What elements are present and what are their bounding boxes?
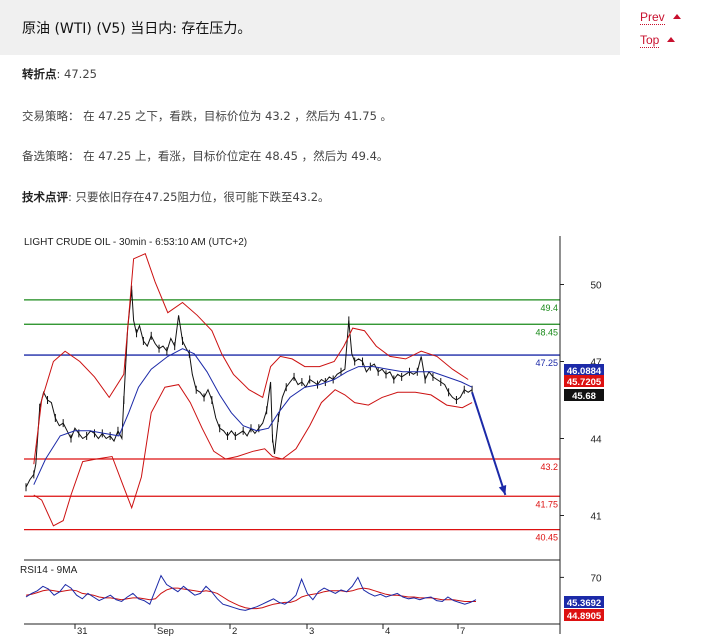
pivot-value: : 47.25: [56, 67, 97, 81]
x-tick-label: 7: [460, 626, 465, 637]
level-label: 49.4: [540, 303, 558, 313]
prev-link-label[interactable]: Prev: [640, 10, 665, 25]
pivot-label: 转折点: [22, 67, 57, 81]
rsi-tag-label: 45.3692: [567, 598, 601, 609]
caret-up-icon: [667, 37, 676, 42]
x-tick-label: 4: [385, 626, 390, 637]
alt-strategy-text: ： 在 47.25 上，看涨，目标价位定在 48.45 ，然后为 49.4。: [68, 149, 389, 163]
comment-text: : 只要依旧存在47.25阻力位，很可能下跌至43.2。: [68, 190, 330, 204]
price-tag-label: 45.7205: [567, 377, 602, 388]
rsi-y-tick-label: 70: [590, 573, 602, 584]
comment-label: 技术点评: [22, 190, 68, 204]
top-link[interactable]: Top: [640, 33, 676, 48]
level-label: 41.75: [535, 499, 558, 509]
top-link-label[interactable]: Top: [640, 33, 660, 48]
alt-strategy-label: 备选策略: [22, 149, 68, 163]
rsi-tag-label: 44.8905: [567, 611, 602, 622]
level-label: 43.2: [540, 462, 558, 472]
x-tick-label: 31: [77, 626, 88, 637]
x-tick-label: 2: [232, 626, 237, 637]
rsi-title: RSI14 - 9MA: [20, 565, 78, 576]
x-tick-label: Sep: [157, 626, 174, 637]
strategy-line: 交易策略： 在 47.25 之下，看跌，目标价位为 43.2 ，然后为 41.7…: [22, 108, 392, 124]
level-label: 48.45: [535, 327, 558, 337]
page-title: 原油 (WTI) (V5) 当日内: 存在压力。: [22, 21, 252, 37]
y-tick-label: 41: [590, 512, 602, 523]
strategy-label: 交易策略: [22, 109, 68, 123]
level-label: 47.25: [535, 358, 558, 368]
x-tick-label: 3: [309, 626, 314, 637]
chart-title: LIGHT CRUDE OIL - 30min - 6:53:10 AM (UT…: [24, 237, 247, 248]
prev-link[interactable]: Prev: [640, 10, 681, 25]
alt-strategy-line: 备选策略： 在 47.25 上，看涨，目标价位定在 48.45 ，然后为 49.…: [22, 148, 388, 164]
y-tick-label: 44: [590, 435, 602, 446]
comment-line: 技术点评: 只要依旧存在47.25阻力位，很可能下跌至43.2。: [22, 189, 330, 205]
price-tag-label: 45.68: [572, 391, 596, 402]
y-tick-label: 50: [590, 281, 602, 292]
chart-frame: [24, 229, 564, 634]
level-label: 40.45: [535, 533, 558, 543]
page-header: 原油 (WTI) (V5) 当日内: 存在压力。: [0, 0, 620, 55]
price-chart: LIGHT CRUDE OIL - 30min - 6:53:10 AM (UT…: [20, 229, 604, 637]
strategy-text: ： 在 47.25 之下，看跌，目标价位为 43.2 ，然后为 41.75 。: [68, 109, 393, 123]
caret-up-icon: [672, 14, 681, 19]
pivot-line: 转折点: 47.25: [22, 66, 97, 82]
